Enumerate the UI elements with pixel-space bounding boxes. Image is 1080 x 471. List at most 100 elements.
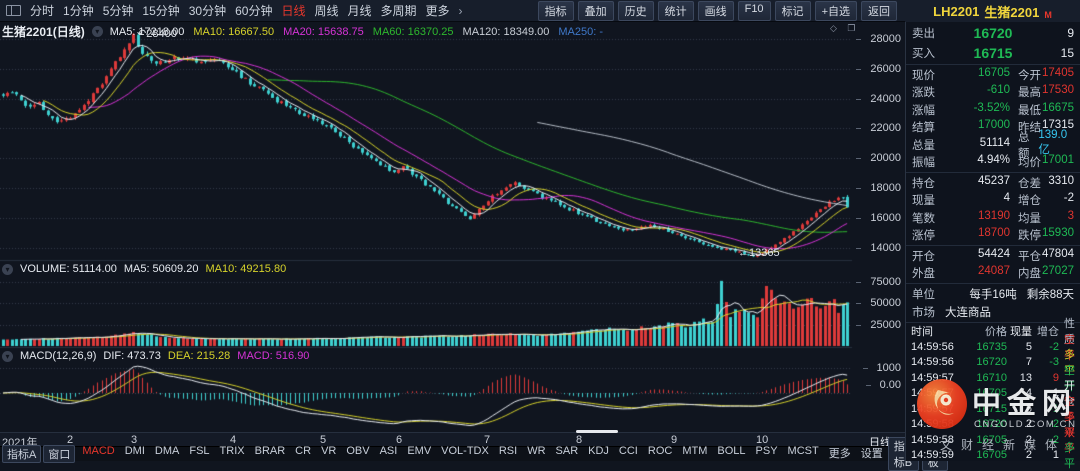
action-button-标记[interactable]: 标记 — [775, 1, 811, 21]
indicator-ASI[interactable]: ASI — [375, 445, 403, 463]
tick-qty: 2 — [1007, 418, 1032, 430]
main-pane-labels: 生猪2201(日线) ▾ MA5: 17218.00MA10: 16667.50… — [2, 23, 603, 40]
timeframe-tab-多周期[interactable]: 多周期 — [381, 2, 417, 19]
timeframe-tab-1分钟[interactable]: 1分钟 — [63, 2, 94, 19]
trading-app: 分时1分钟5分钟15分钟30分钟60分钟日线周线月线多周期更多 › 指标叠加历史… — [0, 0, 1080, 461]
action-button-叠加[interactable]: 叠加 — [578, 1, 614, 21]
indicator-DMI[interactable]: DMI — [120, 445, 150, 463]
indicator-BRAR[interactable]: BRAR — [250, 445, 291, 463]
stat-row: 外盘24087内盘27027 — [906, 265, 1080, 283]
tick-nature: 多平 — [1059, 439, 1075, 471]
order-book-row: 买入1671515 — [906, 43, 1080, 63]
order-book-row: 卖出167209 — [906, 23, 1080, 43]
collapse-pane-icon[interactable]: ▾ — [92, 26, 103, 37]
结算-label: 结算 — [912, 119, 935, 135]
action-button-历史[interactable]: 历史 — [618, 1, 654, 21]
volume-ma5-label: MA5: 50609.20 — [124, 263, 199, 275]
今开-value: 17405 — [1042, 67, 1074, 83]
timeframe-tab-周线[interactable]: 周线 — [314, 2, 338, 19]
indicator-VOL-TDX[interactable]: VOL-TDX — [436, 445, 494, 463]
内盘-value: 27027 — [1042, 265, 1074, 281]
tool-指标A[interactable]: 指标A — [2, 445, 41, 463]
indicator-MCST[interactable]: MCST — [783, 445, 824, 463]
indicator-WR[interactable]: WR — [522, 445, 550, 463]
indicator-OBV[interactable]: OBV — [341, 445, 374, 463]
collapse-macd-icon[interactable]: ▾ — [2, 351, 13, 362]
price-axis-label: 22000 — [870, 122, 901, 134]
跌停-label: 跌停 — [1018, 227, 1041, 243]
stat-row: 振幅4.94%均价17001 — [906, 154, 1080, 172]
indicator-VR[interactable]: VR — [316, 445, 341, 463]
collapse-volume-icon[interactable]: ▾ — [2, 264, 13, 275]
indicator-ROC[interactable]: ROC — [643, 445, 677, 463]
外盘-label: 外盘 — [912, 265, 935, 281]
ma-label-5: MA250: - — [558, 26, 603, 38]
timeframe-tab-月线[interactable]: 月线 — [348, 2, 372, 19]
timeframe-tab-5分钟[interactable]: 5分钟 — [103, 2, 134, 19]
macd-axis-label: 1000 — [877, 362, 901, 374]
均量-value: 3 — [1068, 210, 1074, 226]
timeframe-tab-分时[interactable]: 分时 — [30, 2, 54, 19]
tick-price: 16715 — [965, 403, 1007, 415]
涨跌-value: -610 — [987, 84, 1010, 100]
stat-row: 笔数13190均量3 — [906, 209, 1080, 227]
tool-窗口[interactable]: 窗口 — [43, 445, 75, 463]
indicator-BOLL[interactable]: BOLL — [712, 445, 750, 463]
timeframe-tab-15分钟[interactable]: 15分钟 — [142, 2, 179, 19]
开仓-label: 开仓 — [912, 248, 935, 264]
tick-row: 14:59:57167156-1空平 — [906, 401, 1080, 417]
tick-price: 16735 — [965, 341, 1007, 353]
price-axis-label: 24000 — [870, 93, 901, 105]
indicator-DMA[interactable]: DMA — [150, 445, 184, 463]
action-button-返回[interactable]: 返回 — [861, 1, 897, 21]
indicator-TRIX[interactable]: TRIX — [215, 445, 250, 463]
indicator-toolbar: 指标A窗口MACDDMIDMAFSLTRIXBRARCRVROBVASIEMVV… — [0, 446, 905, 461]
action-button-统计[interactable]: 统计 — [658, 1, 694, 21]
tick-row: 14:59:5716710139空开 — [906, 370, 1080, 386]
indicator-EMV[interactable]: EMV — [402, 445, 436, 463]
ma-label-1: MA10: 16667.50 — [193, 26, 274, 38]
平仓-value: 47804 — [1042, 248, 1074, 264]
layout-icon[interactable] — [6, 5, 21, 16]
indicator-CR[interactable]: CR — [290, 445, 316, 463]
最低-label: 最低 — [1018, 102, 1041, 118]
tick-delta: 1 — [1032, 449, 1059, 461]
contract-info-group: 单位每手16吨剩余88天市场大连商品 — [906, 284, 1080, 323]
ma-label-3: MA60: 16370.25 — [373, 26, 454, 38]
indicator-更多[interactable]: 更多 — [824, 445, 856, 463]
action-button-+自选[interactable]: +自选 — [815, 1, 857, 21]
外盘-value: 24087 — [978, 265, 1010, 281]
indicator-RSI[interactable]: RSI — [494, 445, 522, 463]
macd-dif-label: DIF: 473.73 — [103, 350, 160, 362]
涨幅-value: -3.52% — [974, 102, 1010, 118]
indicator-KDJ[interactable]: KDJ — [583, 445, 614, 463]
stat-row: 涨幅-3.52%最低16675 — [906, 101, 1080, 119]
action-button-指标[interactable]: 指标 — [538, 1, 574, 21]
最高-label: 最高 — [1018, 84, 1041, 100]
增仓-label: 增仓 — [1018, 192, 1041, 208]
chart-scrollbar-thumb[interactable] — [576, 430, 618, 433]
indicator-SAR[interactable]: SAR — [551, 445, 584, 463]
action-button-F10[interactable]: F10 — [738, 1, 771, 21]
tick-price: 16710 — [965, 372, 1007, 384]
timeframe-tab-60分钟[interactable]: 60分钟 — [235, 2, 272, 19]
action-button-画线[interactable]: 画线 — [698, 1, 734, 21]
indicator-设置[interactable]: 设置 — [856, 445, 888, 463]
indicator-MTM[interactable]: MTM — [677, 445, 712, 463]
indicator-MACD[interactable]: MACD — [77, 445, 119, 463]
timeframe-tab-更多[interactable]: 更多 — [426, 2, 450, 19]
ma-label-4: MA120: 18349.00 — [463, 26, 550, 38]
contract-header[interactable]: LH2201 生猪2201 M — [905, 0, 1080, 23]
仓差-value: 3310 — [1048, 175, 1074, 191]
indicator-FSL[interactable]: FSL — [184, 445, 214, 463]
candlestick-chart[interactable] — [0, 22, 858, 432]
总量-label: 总量 — [912, 137, 935, 153]
more-arrow-icon[interactable]: › — [459, 4, 463, 18]
indicator-CCI[interactable]: CCI — [614, 445, 643, 463]
timeframe-tab-日线[interactable]: 日线 — [281, 2, 305, 19]
stat-row: 涨停18700跌停15930 — [906, 227, 1080, 245]
indicator-PSY[interactable]: PSY — [751, 445, 783, 463]
tick-row: 14:59:58167052-2双平 — [906, 432, 1080, 448]
chart-corner-icons[interactable]: ◇ ❐ — [830, 23, 860, 34]
timeframe-tab-30分钟[interactable]: 30分钟 — [189, 2, 226, 19]
